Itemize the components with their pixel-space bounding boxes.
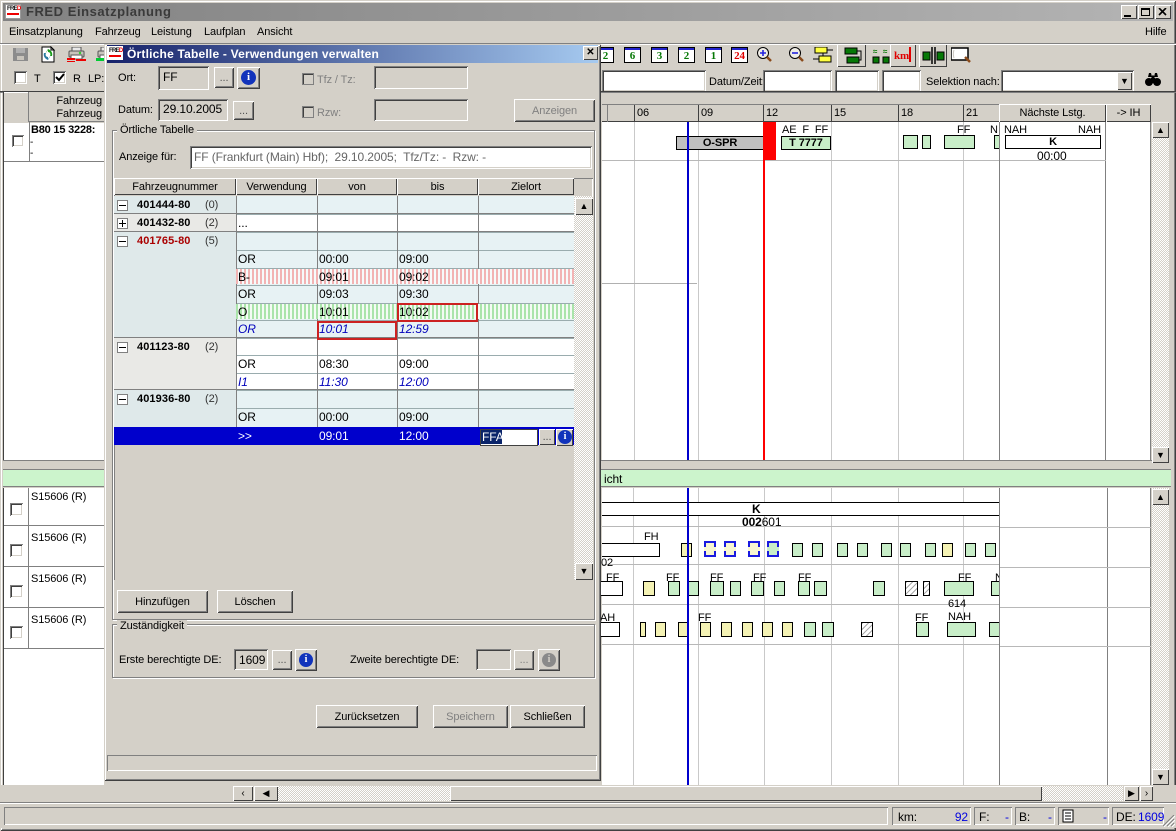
- svg-text:≈: ≈: [873, 47, 878, 56]
- svg-text:≈: ≈: [883, 47, 888, 56]
